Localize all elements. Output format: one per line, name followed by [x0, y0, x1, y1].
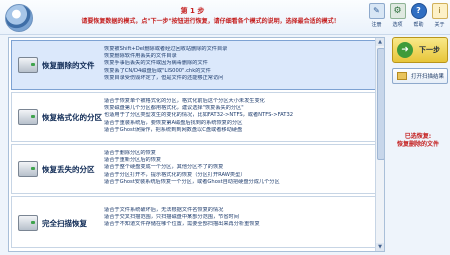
mode-desc-line: 适合于Ghost安装系统后恢复一个分区，或者Ghost自动把硬盘分成几个分区	[104, 178, 280, 185]
vertical-scrollbar[interactable]: ▲ ▼	[375, 38, 384, 251]
hard-drive-icon	[18, 57, 38, 73]
mode-desc-line: 恢复手事后丢失的文件或因为病毒删除的文件	[104, 60, 208, 67]
mode-desc-line: 适合于分区打开不，提示格式化的恢复（分区打开RAW类型）	[104, 171, 246, 178]
register-label: 注册	[371, 22, 382, 28]
selected-mode-value: 恢复删除的文件	[396, 141, 439, 148]
arrow-right-icon: ➜	[397, 42, 413, 58]
help-button[interactable]: ? 帮助	[410, 3, 427, 28]
help-icon: ?	[410, 3, 427, 19]
selected-mode-heading: 已选恢复:	[404, 133, 432, 140]
mode-desc-line: 适合于文件系统破坏后，无法根据文件名恢复的情况	[104, 207, 224, 213]
mode-desc-line: 恢复目录受伤毁坏定了，但是文件的还能够正常访问	[104, 74, 224, 81]
mode-description: 恢复被Shift+Del删除或者经过回收站删除的文件目录 恢复删除软件用丢失的文…	[104, 46, 371, 82]
folder-icon	[397, 72, 407, 80]
open-scan-result-label: 打开扫描结果	[411, 74, 445, 80]
header-bar: 第 1 步 请要恢复数据的模式，点"下一步"按钮进行恢复，请仔细看各个模式的说明…	[0, 0, 450, 35]
mode-desc-line: 适合于交叉扫描范围，只扫描磁盘中某部分范围，节省时间	[104, 214, 239, 221]
mode-title: 恢复删除的文件	[42, 61, 95, 70]
scrollbar-thumb[interactable]	[377, 48, 384, 160]
mode-list: 恢复删除的文件 恢复被Shift+Del删除或者经过回收站删除的文件目录 恢复删…	[8, 37, 385, 252]
mode-desc-line: 适合于整个硬盘变成一个分区，其他分区不了的恢复	[104, 164, 224, 171]
hard-drive-icon	[18, 161, 38, 177]
mode-desc-line: 适合于不知道文件存储在哪个位置，需要全部扫描出来再分析重恢复	[104, 221, 260, 228]
mode-description: 适合于文件系统破坏后，无法根据文件名恢复的情况 适合于交叉扫描范围，只扫描磁盘中…	[104, 207, 371, 229]
hard-drive-icon	[18, 215, 38, 231]
mode-desc-line: 适合于删除分区的恢复	[104, 150, 156, 156]
about-icon: i	[431, 3, 448, 19]
mode-card-full-scan[interactable]: 完全扫描恢复 适合于文件系统破坏后，无法根据文件名恢复的情况 适合于交叉扫描范围…	[11, 196, 376, 248]
hard-drive-icon	[18, 109, 38, 125]
scroll-up-icon[interactable]: ▲	[376, 38, 384, 46]
mode-desc-line: 也适用于了分区类型发生的变化的情况，比如FAT32->NTFS，或者NTFS->…	[104, 112, 294, 119]
mode-desc-line: 恢复被Shift+Del删除或者经过回收站删除的文件目录	[104, 46, 228, 52]
mode-title: 完全扫描恢复	[42, 219, 87, 228]
options-button[interactable]: ⚙ 选项	[389, 3, 406, 28]
mode-card-deleted-files[interactable]: 恢复删除的文件 恢复被Shift+Del删除或者经过回收站删除的文件目录 恢复删…	[11, 40, 376, 90]
mode-title: 恢复格式化的分区	[42, 113, 102, 122]
step-indicator: 第 1 步	[180, 7, 205, 15]
register-button[interactable]: ✎ 注册	[368, 3, 385, 28]
mode-description: 适合于删除分区的恢复 适合于重新分区后的恢复 适合于整个硬盘变成一个分区，其他分…	[104, 150, 371, 186]
about-label: 关于	[434, 22, 445, 28]
mode-desc-line: 适合于Ghost误操作，把系统到到网数盘以C盘或者移动硬盘	[104, 126, 243, 133]
options-label: 选项	[392, 22, 403, 28]
mode-desc-line: 适合于重新分区后的恢复	[104, 157, 162, 164]
scroll-down-icon[interactable]: ▼	[376, 243, 384, 251]
help-label: 帮助	[413, 22, 424, 28]
next-step-button[interactable]: ➜ 下一步	[392, 37, 448, 63]
mode-desc-line: 恢复删除软件用丢失的文件目录	[104, 53, 177, 60]
toolbar: ✎ 注册 ⚙ 选项 ? 帮助 i 关于	[368, 3, 448, 28]
mode-desc-line: 适合于重装系统后，要恢复第A磁盘后找到的系统恢复的分区	[104, 119, 243, 126]
about-button[interactable]: i 关于	[431, 3, 448, 28]
selected-mode-status: 已选恢复: 恢复删除的文件	[386, 133, 450, 149]
instruction-text: 请要恢复数据的模式，点"下一步"按钮进行恢复，请仔细看各个模式的说明，选择最合适…	[81, 18, 340, 25]
mode-description: 适合于恢复单个被格式化的分区，格式化前后这个分区大小未发生变化 恢复磁盘第几个分…	[104, 98, 371, 134]
mode-card-lost-partition[interactable]: 恢复丢失的分区 适合于删除分区的恢复 适合于重新分区后的恢复 适合于整个硬盘变成…	[11, 144, 376, 194]
open-scan-result-button[interactable]: 打开扫描结果	[392, 68, 448, 84]
mode-desc-line: 恢复磁盘第几个分区都用格式化，建议选择"恢复丢失的分区"	[104, 105, 244, 112]
register-icon: ✎	[368, 3, 385, 19]
options-icon: ⚙	[389, 3, 406, 19]
next-step-label: 下一步	[419, 46, 440, 54]
mode-desc-line: 适合于恢复单个被格式化的分区，格式化前后这个分区大小未发生变化	[104, 98, 265, 104]
mode-card-formatted-partition[interactable]: 恢复格式化的分区 适合于恢复单个被格式化的分区，格式化前后这个分区大小未发生变化…	[11, 92, 376, 142]
mode-desc-line: 恢复丢了CN/D4磁盘后或"LIS000".chk的文件	[104, 67, 211, 74]
mode-title: 恢复丢失的分区	[42, 165, 95, 174]
